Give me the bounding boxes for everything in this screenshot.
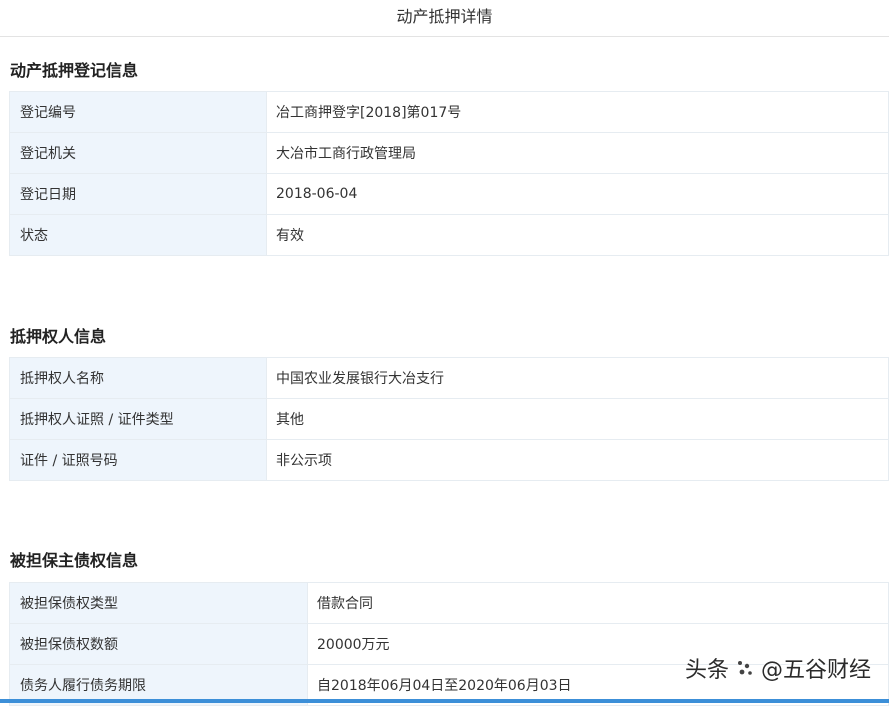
table-row: 抵押权人名称 中国农业发展银行大冶支行 [9,357,889,399]
row-value: 非公示项 [266,439,889,481]
page-title: 动产抵押详情 [0,0,889,37]
row-value: 中国农业发展银行大冶支行 [266,357,889,399]
row-label: 证件 / 证照号码 [9,439,267,481]
row-label: 被担保债权数额 [9,623,308,665]
row-label: 登记机关 [9,132,267,174]
watermark: 头条 @五谷财经 [685,652,871,684]
registration-info-table: 登记编号 冶工商押登字[2018]第017号 登记机关 大冶市工商行政管理局 登… [9,91,889,256]
row-label: 被担保债权类型 [9,582,308,624]
table-row: 证件 / 证照号码 非公示项 [9,439,889,481]
row-value: 借款合同 [307,582,889,624]
row-label: 登记编号 [9,91,267,133]
row-value: 其他 [266,398,889,440]
watermark-prefix: 头条 [684,658,729,683]
row-label: 抵押权人名称 [9,357,267,399]
row-value: 大冶市工商行政管理局 [266,132,889,174]
row-value: 冶工商押登字[2018]第017号 [266,91,889,133]
bottom-accent-bar [0,699,889,703]
mortgagee-info-table: 抵押权人名称 中国农业发展银行大冶支行 抵押权人证照 / 证件类型 其他 证件 … [9,357,889,481]
table-row: 抵押权人证照 / 证件类型 其他 [9,398,889,440]
table-row: 登记机关 大冶市工商行政管理局 [9,132,889,174]
row-label: 抵押权人证照 / 证件类型 [9,398,267,440]
row-value: 2018-06-04 [266,173,889,215]
secured-claim-table: 被担保债权类型 借款合同 被担保债权数额 20000万元 债务人履行债务期限 自… [9,582,889,706]
wechat-icon [737,661,752,675]
row-label: 登记日期 [9,173,267,215]
table-row: 登记日期 2018-06-04 [9,173,889,215]
table-row: 登记编号 冶工商押登字[2018]第017号 [9,91,889,133]
section-title-registration: 动产抵押登记信息 [10,61,139,80]
watermark-handle: @五谷财经 [760,658,871,683]
row-label: 状态 [9,214,267,256]
table-row: 被担保债权类型 借款合同 [9,582,889,624]
table-row: 状态 有效 [9,214,889,256]
section-title-mortgagee: 抵押权人信息 [10,327,107,346]
section-title-secured-claim: 被担保主债权信息 [10,551,139,570]
row-value: 有效 [266,214,889,256]
